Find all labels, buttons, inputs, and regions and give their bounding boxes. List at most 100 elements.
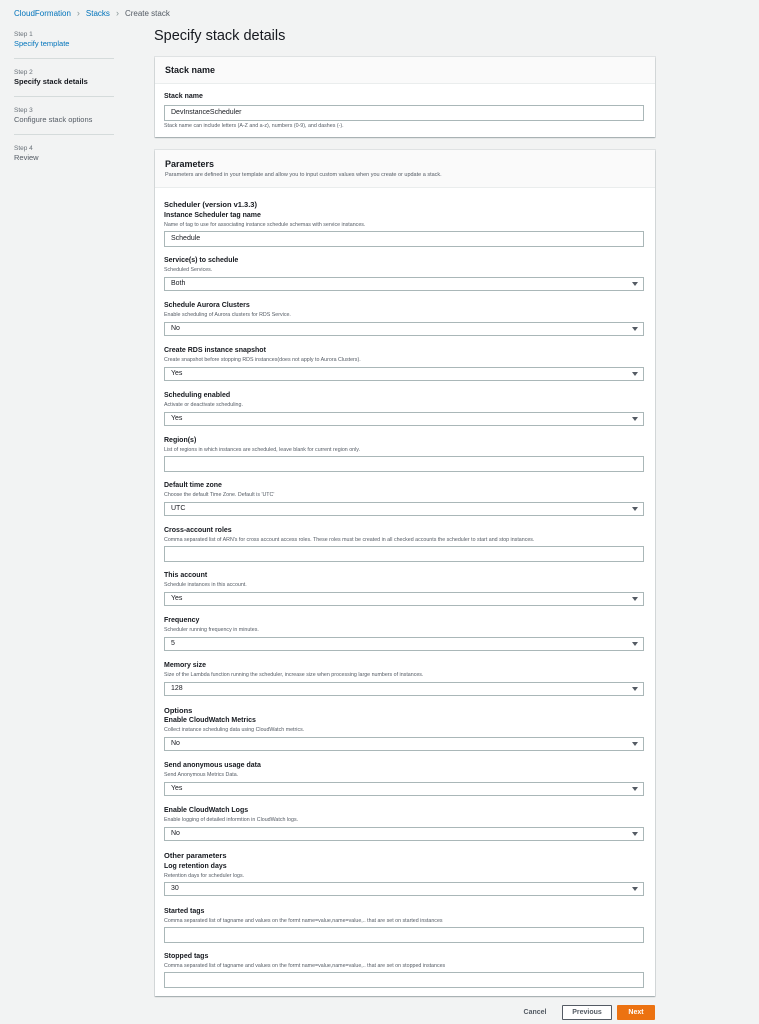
- field-hint: Comma separated list of ARN's for cross …: [164, 537, 535, 543]
- wizard-steps: Step 1 Specify template Step 2 Specify s…: [14, 30, 114, 181]
- field-hint: Schedule instances in this account.: [164, 582, 247, 588]
- caret-down-icon: [632, 742, 638, 746]
- previous-button[interactable]: Previous: [562, 1005, 612, 1020]
- field-label: Stopped tags: [164, 953, 209, 960]
- step-4: Step 4 Review: [14, 144, 114, 172]
- cloudwatch-metrics-select[interactable]: No: [164, 737, 644, 751]
- this-account-select[interactable]: Yes: [164, 592, 644, 606]
- breadcrumb-current: Create stack: [124, 8, 170, 18]
- caret-down-icon: [632, 787, 638, 791]
- field-label: Memory size: [164, 662, 207, 669]
- step-3: Step 3 Configure stack options: [14, 106, 114, 135]
- time-zone-select[interactable]: UTC: [164, 502, 644, 516]
- field-label: Scheduling enabled: [164, 392, 231, 399]
- anonymous-usage-select[interactable]: Yes: [164, 782, 644, 796]
- select-value: Both: [171, 280, 186, 287]
- step-1-link[interactable]: Specify template: [14, 39, 114, 49]
- field-label: Default time zone: [164, 482, 222, 489]
- step-4-title: Review: [14, 153, 39, 162]
- caret-down-icon: [632, 832, 638, 836]
- chevron-right-icon: ›: [115, 8, 119, 18]
- caret-down-icon: [632, 417, 638, 421]
- caret-down-icon: [632, 507, 638, 511]
- field-hint: Enable logging of detailed informtion in…: [164, 817, 299, 823]
- field-hint: Retention days for scheduler logs.: [164, 873, 245, 879]
- panel-title: Stack name: [165, 65, 216, 75]
- rds-snapshot-select[interactable]: Yes: [164, 367, 644, 381]
- select-value: Yes: [171, 595, 183, 602]
- select-value: 128: [171, 685, 183, 692]
- select-value: UTC: [171, 505, 186, 512]
- field-label: Frequency: [164, 617, 200, 624]
- panel-description: Parameters are defined in your template …: [165, 172, 442, 178]
- stack-name-input[interactable]: DevInstanceScheduler: [164, 105, 644, 121]
- field-label: Enable CloudWatch Logs: [164, 807, 249, 814]
- field-label: Log retention days: [164, 863, 227, 870]
- field-hint: Name of tag to use for associating insta…: [164, 222, 366, 228]
- caret-down-icon: [632, 327, 638, 331]
- next-button[interactable]: Next: [617, 1005, 655, 1020]
- caret-down-icon: [632, 887, 638, 891]
- cloudwatch-logs-select[interactable]: No: [164, 827, 644, 841]
- field-label: Send anonymous usage data: [164, 762, 261, 769]
- field-label: Region(s): [164, 437, 197, 444]
- memory-size-select[interactable]: 128: [164, 682, 644, 696]
- select-value: No: [171, 830, 180, 837]
- cancel-button[interactable]: Cancel: [514, 1005, 556, 1020]
- services-select[interactable]: Both: [164, 277, 644, 291]
- field-label: Started tags: [164, 908, 205, 915]
- step-1: Step 1 Specify template: [14, 30, 114, 59]
- select-value: Yes: [171, 415, 183, 422]
- field-hint: Size of the Lambda function running the …: [164, 672, 424, 678]
- scheduling-enabled-select[interactable]: Yes: [164, 412, 644, 426]
- field-hint: Collect instance scheduling data using C…: [164, 727, 305, 733]
- page-title: Specify stack details: [154, 28, 286, 44]
- step-number: Step 4: [14, 145, 33, 152]
- panel-title: Parameters: [165, 159, 215, 169]
- field-label: Instance Scheduler tag name: [164, 212, 261, 219]
- select-value: No: [171, 325, 180, 332]
- field-hint: Comma separated list of tagname and valu…: [164, 963, 446, 969]
- parameters-panel: Parameters Parameters are defined in you…: [155, 150, 655, 996]
- regions-input[interactable]: [164, 456, 644, 472]
- cross-account-roles-input[interactable]: [164, 546, 644, 562]
- select-value: Yes: [171, 785, 183, 792]
- step-2-current: Specify stack details: [14, 77, 88, 86]
- field-label: Schedule Aurora Clusters: [164, 302, 250, 309]
- section-other-parameters: Other parameters: [164, 851, 227, 860]
- field-hint: Activate or deactivate scheduling.: [164, 402, 243, 408]
- started-tags-input[interactable]: [164, 927, 644, 943]
- section-options: Options: [164, 706, 193, 715]
- field-hint: Enable scheduling of Aurora clusters for…: [164, 312, 291, 318]
- field-hint: Scheduler running frequency in minutes.: [164, 627, 259, 633]
- select-value: 5: [171, 640, 175, 647]
- field-hint: List of regions in which instances are s…: [164, 447, 360, 453]
- step-number: Step 3: [14, 107, 33, 114]
- breadcrumb-cloudformation-link[interactable]: CloudFormation: [14, 9, 71, 18]
- chevron-right-icon: ›: [76, 8, 80, 18]
- step-number: Step 1: [14, 31, 33, 38]
- select-value: Yes: [171, 370, 183, 377]
- aurora-clusters-select[interactable]: No: [164, 322, 644, 336]
- stopped-tags-input[interactable]: [164, 972, 644, 988]
- step-3-title: Configure stack options: [14, 115, 93, 124]
- frequency-select[interactable]: 5: [164, 637, 644, 651]
- panel-header: Parameters Parameters are defined in you…: [155, 150, 655, 188]
- section-scheduler: Scheduler (version v1.3.3): [164, 200, 257, 209]
- field-label: This account: [164, 572, 208, 579]
- step-2: Step 2 Specify stack details: [14, 68, 114, 97]
- field-hint: Comma separated list of tagname and valu…: [164, 918, 443, 924]
- caret-down-icon: [632, 372, 638, 376]
- field-label: Create RDS instance snapshot: [164, 347, 266, 354]
- breadcrumb: CloudFormation › Stacks › Create stack: [14, 7, 170, 19]
- stack-name-hint: Stack name can include letters (A-Z and …: [164, 123, 344, 129]
- panel-header: Stack name: [155, 57, 655, 84]
- field-label: Service(s) to schedule: [164, 257, 239, 264]
- field-hint: Scheduled Services.: [164, 267, 213, 273]
- field-hint: Choose the default Time Zone. Default is…: [164, 492, 275, 498]
- log-retention-select[interactable]: 30: [164, 882, 644, 896]
- field-label: Enable CloudWatch Metrics: [164, 717, 256, 724]
- tag-name-input[interactable]: Schedule: [164, 231, 644, 247]
- breadcrumb-stacks-link[interactable]: Stacks: [86, 9, 110, 18]
- stack-name-label: Stack name: [164, 93, 203, 100]
